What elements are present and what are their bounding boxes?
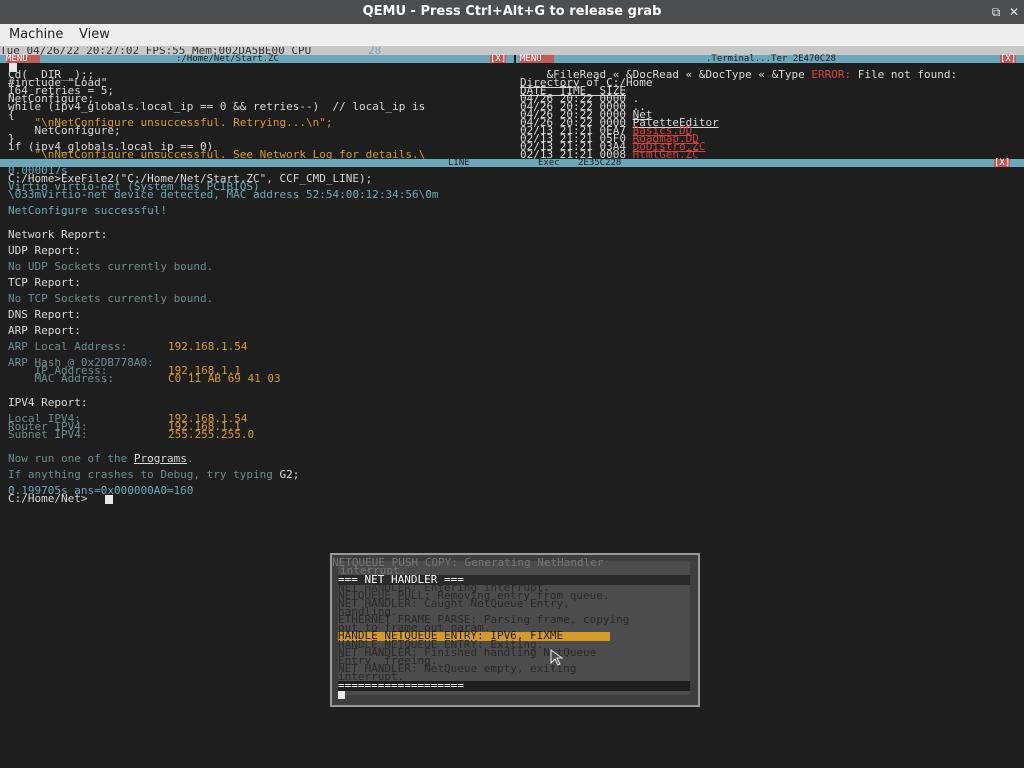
editor-menu-tab[interactable]: MENU bbox=[6, 55, 40, 64]
restore-icon[interactable]: ⧉ bbox=[988, 0, 1004, 24]
code-line: NetConfigure; bbox=[8, 124, 121, 137]
arp-mac-label: MAC Address: bbox=[8, 372, 114, 385]
arp-mac-value: C0 11 AB 69 41 03 bbox=[168, 372, 281, 385]
now-run-suffix: . bbox=[186, 452, 194, 465]
code-line: while (ipv4_globals.local_ip == 0 && ret… bbox=[8, 100, 426, 113]
terminal-line: No TCP Sockets currently bound. bbox=[8, 292, 214, 305]
window-titlebar[interactable]: QEMU - Press Ctrl+Alt+G to release grab … bbox=[0, 0, 1024, 24]
error-label: ERROR: bbox=[811, 68, 852, 81]
close-icon[interactable]: ✕ bbox=[1006, 0, 1022, 24]
terminal-line: Network Report: bbox=[8, 228, 108, 241]
line-tab[interactable]: LINE bbox=[448, 159, 470, 168]
programs-link[interactable]: Programs bbox=[134, 452, 187, 465]
code-line: "\nNetConfigure unsuccessful. See Networ… bbox=[8, 148, 426, 161]
exec-id: 2E35C228 bbox=[578, 158, 622, 168]
ipv4-subnet-value: 255.255.255.0 bbox=[168, 428, 255, 441]
mouse-pointer-icon bbox=[550, 649, 564, 666]
arp-local-value: 192.168.1.54 bbox=[168, 340, 248, 353]
dir-error-line: &FileRead « &DocRead « &DocType « &Type … bbox=[520, 63, 958, 80]
terminal-line: NetConfigure successful! bbox=[8, 204, 167, 217]
dir-close-button[interactable]: [X] bbox=[1000, 55, 1017, 64]
net-handler-popup[interactable]: NETQUEUE PUSH COPY: Generating NetHandle… bbox=[330, 553, 700, 707]
dir-title-tab[interactable]: .Terminal...Ter 2E470C28 bbox=[706, 55, 836, 64]
now-run-text: Now run one of the bbox=[8, 452, 134, 465]
ipv4-subnet-label: Subnet IPV4: bbox=[8, 428, 88, 441]
terminal-line: TCP Report: bbox=[8, 276, 81, 289]
terminal-line: \033mVirtio-net device detected, MAC add… bbox=[8, 188, 439, 201]
now-run-line: Now run one of the Programs. bbox=[8, 452, 194, 465]
editor-path-tab[interactable]: :/Home/Net/Start.ZC bbox=[176, 55, 279, 64]
popup-footer: =================== bbox=[338, 679, 464, 692]
editor-close-button[interactable]: [X] bbox=[490, 55, 507, 64]
ipv4-title: IPV4 Report: bbox=[8, 396, 88, 409]
terminal-tabbar bbox=[0, 159, 1024, 167]
cpu-value: 28 bbox=[368, 47, 382, 57]
popup-cursor bbox=[338, 691, 345, 699]
status-bar: Tue 04/26/22 20:27:02 FPS:55 Mem:002DA5B… bbox=[0, 47, 1024, 57]
terminal-line: No UDP Sockets currently bound. bbox=[8, 260, 214, 273]
crash-hint-line: If anything crashes to Debug, try typing… bbox=[8, 468, 300, 481]
menu-machine[interactable]: Machine bbox=[9, 27, 63, 42]
menu-bar: Machine View bbox=[0, 24, 1024, 47]
menu-view[interactable]: View bbox=[79, 27, 110, 42]
arp-local-label: ARP Local Address: bbox=[8, 340, 128, 353]
terminal-close-button[interactable]: [X] bbox=[994, 159, 1011, 168]
terminal-line: UDP Report: bbox=[8, 244, 81, 257]
error-message: File not found: bbox=[851, 68, 958, 81]
terminal-line: ARP Report: bbox=[8, 324, 81, 337]
crash-hint-command: G2; bbox=[279, 468, 300, 481]
emulator-screen[interactable]: Tue 04/26/22 20:27:02 FPS:55 Mem:002DA5B… bbox=[0, 47, 1024, 768]
shell-prompt[interactable]: C:/Home/Net> bbox=[8, 493, 87, 504]
dir-menu-tab[interactable]: MENU bbox=[520, 55, 554, 64]
prompt-cursor bbox=[105, 495, 113, 504]
exec-tab[interactable]: Exec bbox=[538, 159, 560, 168]
window-title: QEMU - Press Ctrl+Alt+G to release grab bbox=[362, 4, 662, 19]
terminal-line: DNS Report: bbox=[8, 308, 81, 321]
crash-hint-text: If anything crashes to Debug, try typing bbox=[8, 468, 280, 481]
